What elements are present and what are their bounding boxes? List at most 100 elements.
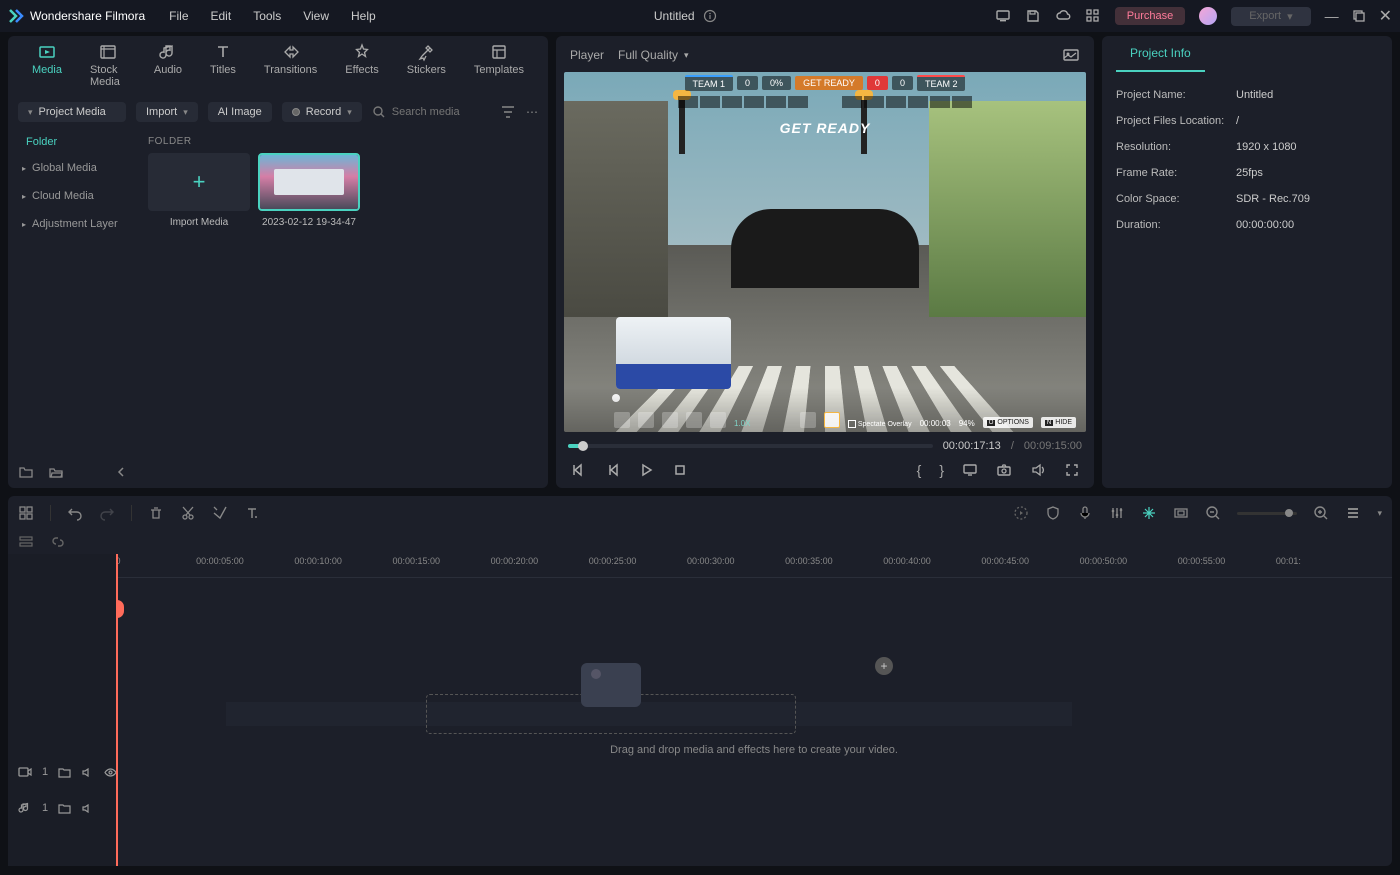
video-track-header[interactable]: 1 [8,754,116,790]
tab-templates[interactable]: Templates [474,42,524,94]
maximize-icon[interactable] [1353,10,1365,22]
tab-stickers[interactable]: Stickers [407,42,446,94]
sidebar-global-media[interactable]: ▸Global Media [8,154,138,182]
track-manager-icon[interactable] [18,534,34,550]
sidebar-adjustment-layer[interactable]: ▸Adjustment Layer [8,210,138,238]
menu-view[interactable]: View [303,9,329,23]
search-input[interactable] [392,106,490,118]
audio-mixer-icon[interactable] [1109,505,1125,521]
filter-icon[interactable] [500,104,516,120]
quality-dropdown[interactable]: Full Quality▾ [618,48,689,62]
export-button[interactable]: Export▾ [1231,7,1310,26]
more-icon[interactable]: ⋯ [526,105,538,119]
open-folder-icon[interactable] [48,464,64,480]
seek-handle[interactable] [578,441,588,451]
folder-link[interactable]: Folder [8,130,138,154]
seek-bar[interactable] [568,444,933,448]
tab-titles[interactable]: Titles [210,42,236,94]
snapshot-icon[interactable] [996,462,1012,478]
media-clip[interactable]: 2023-02-12 19-34-47 [258,153,360,228]
voiceover-icon[interactable] [1077,505,1093,521]
display-icon[interactable] [962,462,978,478]
tab-effects[interactable]: Effects [345,42,378,94]
timeline-dropzone[interactable]: + [426,694,796,734]
import-media-cell[interactable]: + Import Media [148,153,250,228]
delete-icon[interactable] [148,505,164,521]
stop-icon[interactable] [672,462,688,478]
new-folder-icon[interactable] [18,464,34,480]
step-back-icon[interactable] [604,462,620,478]
purchase-button[interactable]: Purchase [1115,7,1185,25]
tab-stock-media[interactable]: Stock Media [90,42,126,94]
tab-audio[interactable]: Audio [154,42,182,94]
track-folder-icon[interactable] [58,766,71,779]
redo-icon[interactable] [99,505,115,521]
search-media[interactable] [372,105,490,119]
track-mute-icon[interactable] [81,766,94,779]
link-icon[interactable] [50,534,66,550]
cloud-icon[interactable] [1055,8,1071,24]
hud-score2a: 0 [867,76,888,90]
record-dropdown[interactable]: Record▾ [282,102,362,122]
hud-small [564,96,1086,108]
undo-icon[interactable] [67,505,83,521]
hud-team1: TEAM 1 [685,75,734,91]
project-media-dropdown[interactable]: ▾Project Media [18,102,126,122]
document-info-icon[interactable] [703,9,717,23]
tab-project-info[interactable]: Project Info [1116,36,1205,72]
render-icon[interactable] [1013,505,1029,521]
ruler-tick: 00:00:15:00 [392,556,440,566]
tab-media[interactable]: Media [32,42,62,94]
audio-track-header[interactable]: 1 [8,790,116,826]
label: Adjustment Layer [32,218,118,230]
playhead-handle[interactable] [116,600,124,618]
save-icon[interactable] [1025,8,1041,24]
zoom-handle[interactable] [1285,509,1293,517]
tab-transitions[interactable]: Transitions [264,42,317,94]
marker-shield-icon[interactable] [1045,505,1061,521]
play-icon[interactable] [638,462,654,478]
zoom-out-icon[interactable] [1205,505,1221,521]
zoom-slider[interactable] [1237,512,1297,515]
sidebar-cloud-media[interactable]: ▸Cloud Media [8,182,138,210]
label: Cloud Media [32,190,94,202]
menu-edit[interactable]: Edit [211,9,232,23]
layout-icon[interactable] [18,505,34,521]
apps-icon[interactable] [1085,8,1101,24]
volume-icon[interactable] [1030,462,1046,478]
close-icon[interactable]: ✕ [1379,6,1392,26]
mark-out-icon[interactable]: } [939,462,944,478]
folder-heading: FOLDER [148,136,538,147]
media-body: Folder ▸Global Media ▸Cloud Media ▸Adjus… [8,130,548,488]
crop-icon[interactable] [212,505,228,521]
track-mute-icon[interactable] [81,802,94,815]
track-size-icon[interactable] [1345,505,1361,521]
mark-in-icon[interactable]: { [917,462,922,478]
zoom-in-icon[interactable] [1313,505,1329,521]
ai-image-button[interactable]: AI Image [208,102,272,122]
text-icon[interactable] [244,505,260,521]
prev-frame-icon[interactable] [570,462,586,478]
auto-ripple-icon[interactable] [1141,505,1157,521]
snapshot-preview-icon[interactable] [1062,46,1080,64]
app-logo-icon [8,8,24,24]
hud-score1: 0 [737,76,758,90]
label: Full Quality [618,48,678,62]
fullscreen-icon[interactable] [1064,462,1080,478]
timeline-ruler[interactable]: 00:00 00:00:05:00 00:00:10:00 00:00:15:0… [116,554,1392,578]
aspect-icon[interactable] [1173,505,1189,521]
device-icon[interactable] [995,8,1011,24]
collapse-sidebar-icon[interactable] [114,465,128,479]
menu-help[interactable]: Help [351,9,376,23]
menu-file[interactable]: File [169,9,188,23]
chevron-down-icon[interactable]: ▾ [1377,508,1382,519]
user-avatar[interactable] [1199,7,1217,25]
plus-icon: + [148,153,250,211]
menu-tools[interactable]: Tools [253,9,281,23]
video-preview[interactable]: TEAM 1 0 0% GET READY 0 0 TEAM 2 GET REA… [564,72,1086,432]
cut-icon[interactable] [180,505,196,521]
track-folder-icon[interactable] [58,802,71,815]
timeline-tracks[interactable]: 00:00 00:00:05:00 00:00:10:00 00:00:15:0… [116,554,1392,866]
import-dropdown[interactable]: Import▾ [136,102,198,122]
minimize-icon[interactable]: — [1325,8,1339,24]
